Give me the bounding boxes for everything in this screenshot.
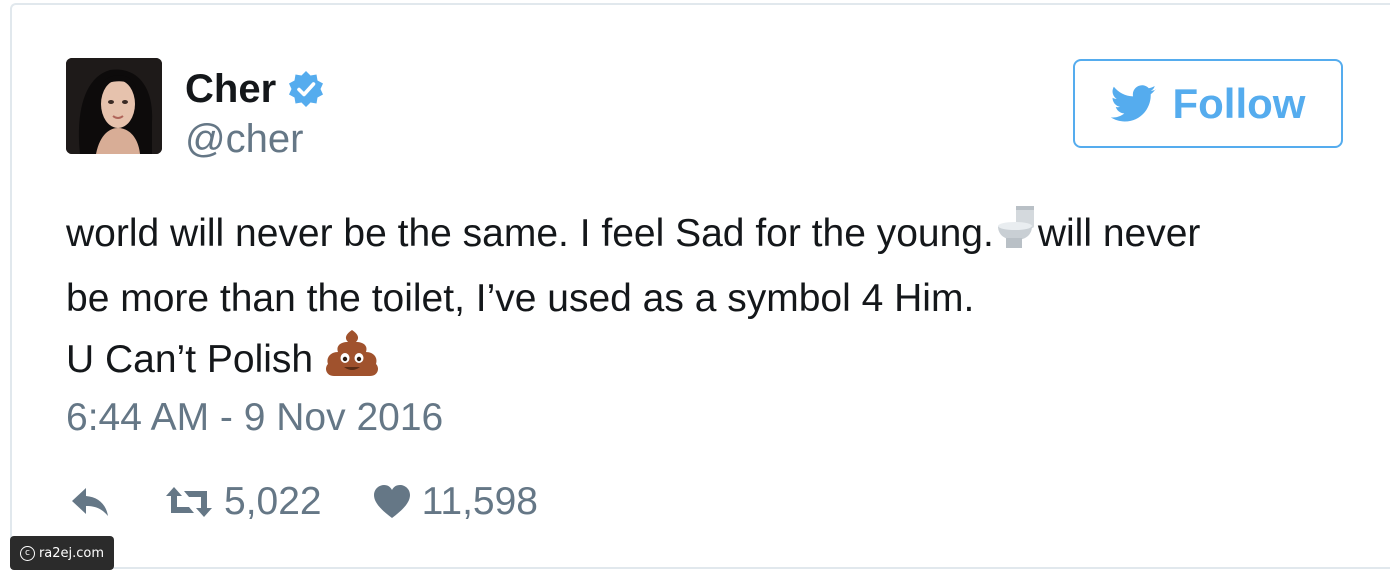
like-button[interactable]: 11,598: [372, 480, 538, 524]
tweet-text-segment: will never: [1037, 212, 1201, 255]
avatar-photo: [66, 58, 162, 154]
copyright-icon: c: [19, 545, 35, 561]
tweet-actions: 5,022 11,598: [68, 477, 538, 527]
tweet-line-3: U Can’t Polish: [66, 328, 1356, 395]
verified-badge-icon: [286, 69, 326, 109]
user-handle[interactable]: @cher: [185, 116, 303, 162]
tweet-text: world will never be the same. I feel Sad…: [66, 204, 1356, 395]
toilet-emoji-icon: [994, 204, 1038, 269]
pile-of-poo-emoji-icon: [324, 328, 380, 395]
heart-icon: [373, 485, 410, 518]
twitter-bird-icon: [1110, 84, 1156, 121]
reply-button[interactable]: [68, 484, 112, 520]
like-count: 11,598: [421, 480, 538, 523]
display-name[interactable]: Cher: [185, 66, 276, 112]
retweet-count: 5,022: [224, 480, 322, 523]
follow-button[interactable]: Follow: [1073, 59, 1343, 148]
follow-button-label: Follow: [1172, 79, 1306, 127]
tweet-line-1: world will never be the same. I feel Sad…: [66, 204, 1356, 269]
tweet-timestamp[interactable]: 6:44 AM - 9 Nov 2016: [66, 393, 443, 443]
retweet-button[interactable]: 5,022: [164, 480, 322, 524]
retweet-icon: [166, 487, 212, 517]
tweet-line-2: be more than the toilet, I’ve used as a …: [66, 277, 975, 320]
reply-icon: [72, 488, 108, 516]
watermark: c ra2ej.com: [10, 536, 114, 570]
tweet-text-segment: U Can’t Polish: [66, 338, 314, 381]
tweet-text-segment: world will never be the same. I feel Sad…: [66, 212, 994, 255]
watermark-text: ra2ej.com: [38, 545, 105, 561]
avatar[interactable]: [66, 58, 162, 154]
